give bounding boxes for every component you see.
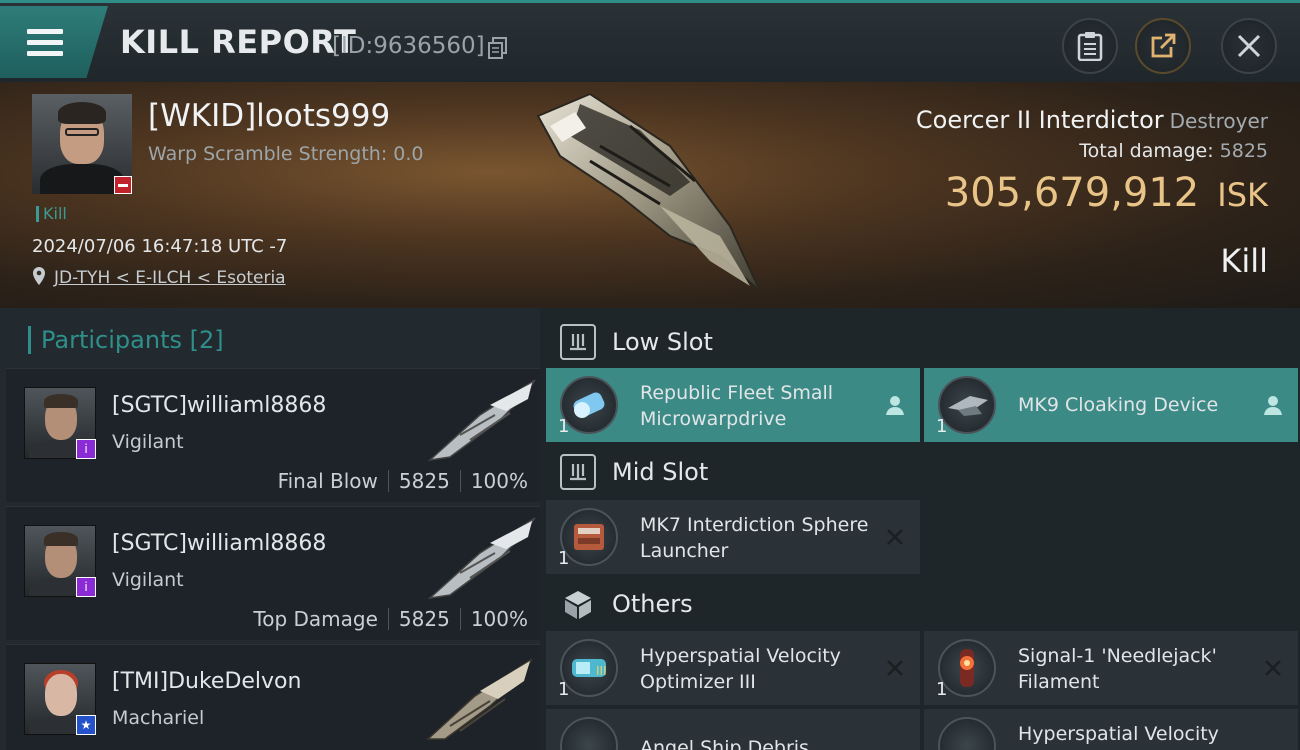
slot-low-icon — [560, 324, 596, 360]
x-icon — [887, 660, 903, 676]
module-name: MK9 Cloaking Device — [1018, 394, 1219, 416]
velocity-optimizer-icon — [938, 717, 996, 750]
menu-button[interactable] — [0, 6, 108, 78]
person-icon — [886, 396, 904, 415]
participant-name: [SGTC]williaml8868 — [112, 531, 327, 556]
participant-percent: 100% — [470, 469, 528, 493]
participant-damage: 5825 — [398, 469, 450, 493]
ship-class: Destroyer — [1169, 109, 1268, 133]
participant-role: Final Blow — [277, 469, 378, 493]
menu-icon — [27, 29, 63, 57]
clipboard-icon — [1077, 32, 1103, 61]
module-name: Republic Fleet Small Microwarpdrive — [640, 382, 834, 430]
close-button[interactable] — [1221, 18, 1277, 74]
top-bar: KILL REPORT [ID:9636560] — [0, 0, 1300, 82]
participants-panel: Participants [2] i [SGTC]williaml8868 Vi… — [0, 308, 540, 750]
module-slot[interactable]: 1 MK7 Interdiction Sphere Launcher — [546, 500, 920, 574]
location-pin-icon — [33, 267, 45, 285]
clipboard-button[interactable] — [1062, 18, 1118, 74]
others-header: Others — [560, 586, 693, 622]
person-icon — [1264, 396, 1282, 415]
module-quantity: 1 — [558, 548, 570, 569]
isk-value: 305,679,912 ISK — [945, 170, 1268, 216]
module-slot[interactable]: 1 MK9 Cloaking Device — [924, 368, 1298, 442]
share-button[interactable] — [1135, 18, 1191, 74]
participant-stats: Final Blow 5825 100% — [278, 469, 528, 493]
low-slot-label: Low Slot — [612, 328, 713, 356]
module-name: Hyperspatial Velocity — [1018, 723, 1219, 745]
total-damage-value: 5825 — [1219, 140, 1268, 162]
module-name: Angel Ship Debris — [640, 737, 809, 750]
low-slot-header: Low Slot — [560, 324, 713, 360]
copy-icon[interactable] — [488, 37, 508, 59]
x-icon — [887, 529, 903, 545]
participant-ship-image — [427, 379, 536, 462]
participant-ship: Machariel — [112, 707, 205, 729]
participant-ship: Vigilant — [112, 431, 184, 453]
victim-ship-image — [536, 92, 761, 292]
total-damage-label: Total damage: — [1079, 140, 1214, 162]
module-quantity: 1 — [558, 416, 570, 437]
ship-name[interactable]: Coercer II Interdictor — [916, 106, 1164, 134]
participant-role: Top Damage — [253, 607, 378, 631]
mid-slot-label: Mid Slot — [612, 458, 709, 486]
cube-icon — [560, 586, 596, 622]
kill-timestamp: 2024/07/06 16:47:18 UTC -7 — [32, 236, 288, 257]
total-damage: Total damage: 5825 — [1079, 140, 1268, 162]
kill-tag: Kill — [36, 206, 67, 222]
victim-ship: Coercer II Interdictor Destroyer — [916, 106, 1268, 134]
result-label: Kill — [1220, 242, 1268, 280]
module-slot[interactable]: Angel Ship Debris — [546, 709, 920, 750]
module-name: MK7 Interdiction Sphere Launcher — [640, 514, 869, 562]
module-slot[interactable]: 1 Signal-1 'Needlejack' Filament — [924, 631, 1298, 705]
isk-unit: ISK — [1217, 176, 1268, 214]
debris-icon — [560, 717, 618, 750]
participant-stats: Top Damage 5825 100% — [253, 607, 528, 631]
participant-name: [SGTC]williaml8868 — [112, 393, 327, 418]
module-slot[interactable]: 1 Republic Fleet Small Microwarpdrive — [546, 368, 920, 442]
participant-ship-image — [427, 517, 536, 600]
mid-slot-header: Mid Slot — [560, 454, 708, 490]
participant-row[interactable]: i [SGTC]williaml8868 Vigilant Top Damage… — [6, 506, 540, 640]
participant-damage: 5825 — [398, 607, 450, 631]
svg-text:III: III — [596, 664, 607, 678]
report-id: [ID:9636560] — [332, 33, 485, 59]
participant-row[interactable]: i [SGTC]williaml8868 Vigilant Final Blow… — [6, 368, 540, 502]
module-slot[interactable]: III 1 Hyperspatial Velocity Optimizer II… — [546, 631, 920, 705]
participant-name: [TMI]DukeDelvon — [112, 669, 302, 694]
warp-scramble-strength: Warp Scramble Strength: 0.0 — [148, 143, 424, 165]
others-label: Others — [612, 590, 693, 618]
page-title: KILL REPORT — [120, 23, 357, 61]
module-name: Signal-1 'Needlejack' Filament — [1018, 645, 1217, 693]
module-name: Hyperspatial Velocity Optimizer III — [640, 645, 841, 693]
participant-percent: 100% — [470, 607, 528, 631]
victim-name[interactable]: [WKID]loots999 — [148, 98, 390, 134]
module-quantity: 1 — [936, 416, 948, 437]
isk-amount: 305,679,912 — [944, 170, 1200, 216]
module-quantity: 1 — [558, 679, 570, 700]
corp-badge: i — [76, 439, 96, 459]
participant-ship: Vigilant — [112, 569, 184, 591]
corp-badge: ★ — [76, 715, 96, 735]
participants-header: Participants [2] — [28, 326, 224, 354]
close-icon — [1237, 34, 1261, 58]
location-link[interactable]: JD-TYH < E-ILCH < Esoteria — [54, 268, 286, 288]
module-slot[interactable]: Hyperspatial Velocity — [924, 709, 1298, 750]
corp-badge: i — [76, 577, 96, 597]
hostile-badge — [114, 176, 132, 194]
fitting-panel: Low Slot 1 Republic Fleet Small Microwar… — [540, 308, 1300, 750]
share-icon — [1151, 33, 1176, 58]
x-icon — [1265, 660, 1281, 676]
module-quantity: 1 — [936, 679, 948, 700]
participant-row[interactable]: ★ [TMI]DukeDelvon Machariel — [6, 644, 540, 750]
slot-mid-icon — [560, 454, 596, 490]
victim-banner: [WKID]loots999 Warp Scramble Strength: 0… — [0, 82, 1300, 308]
participant-ship-image — [426, 658, 533, 740]
